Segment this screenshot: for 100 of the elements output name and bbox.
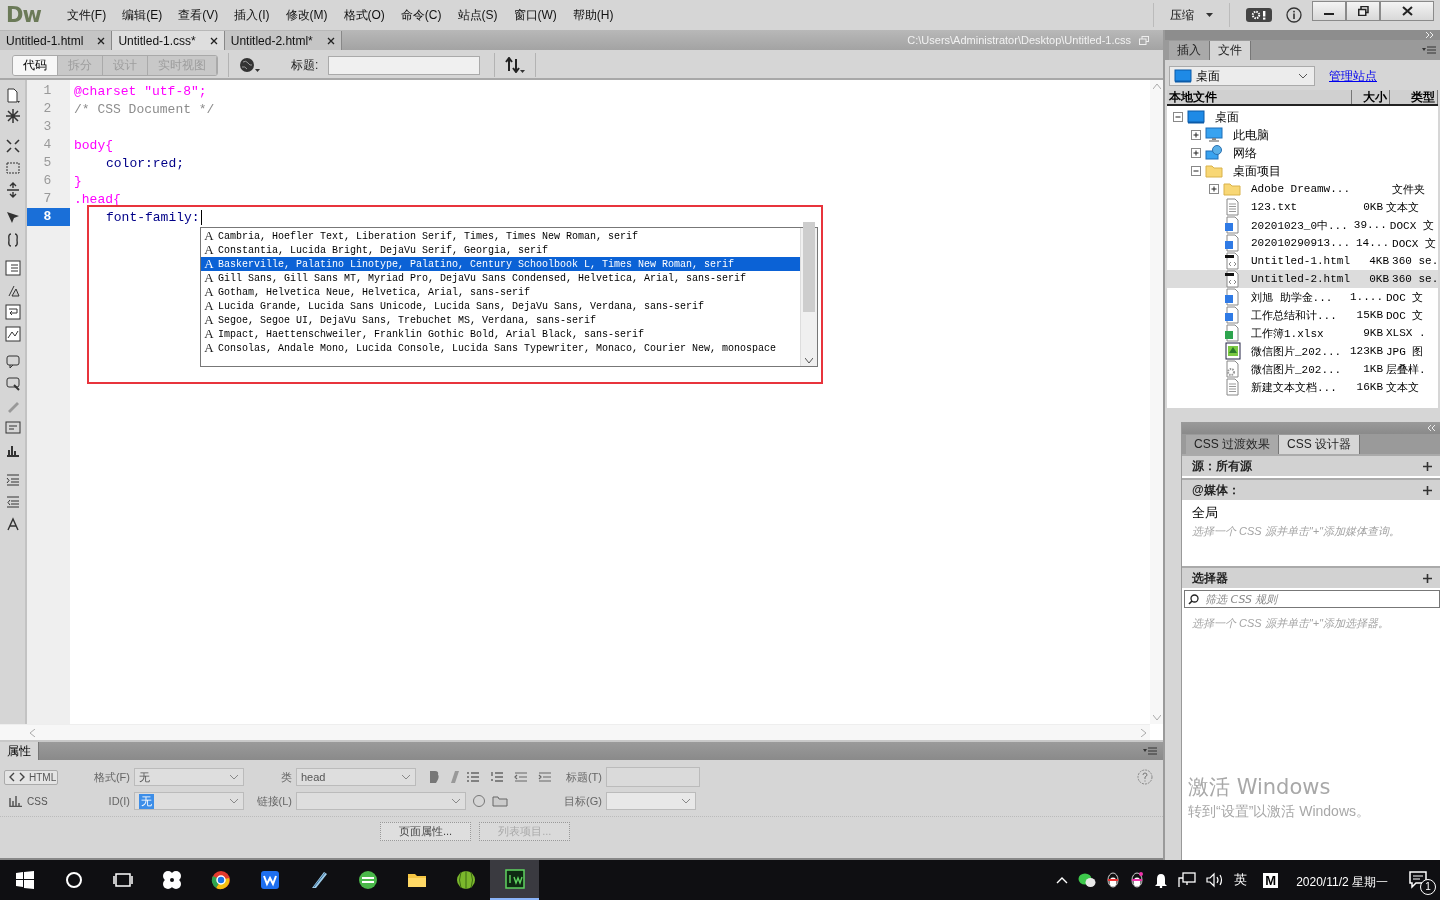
penguin-icon[interactable]: [1130, 872, 1145, 888]
code-hint-row[interactable]: A Constantia, Lucida Bright, DejaVu Serif, Georgia, serif: [201, 243, 800, 257]
comment-icon[interactable]: [4, 354, 21, 370]
dialog-button[interactable]: 页面属性...: [380, 822, 472, 841]
view-button[interactable]: 代码: [13, 55, 58, 75]
file-row[interactable]: 202010290913... 14... DOCX 文: [1167, 234, 1438, 252]
bold-icon[interactable]: [428, 770, 440, 784]
site-dropdown[interactable]: 桌面: [1169, 66, 1315, 86]
mode-button[interactable]: CSS: [4, 793, 58, 809]
browser-icon[interactable]: [210, 870, 231, 890]
dropdown[interactable]: head: [296, 768, 416, 786]
code-hint-row[interactable]: A Cambria, Hoefler Text, Liberation Serif, Times, Times New Roman, serif: [201, 229, 800, 243]
code-hint-row[interactable]: A Baskerville, Palatino Linotype, Palatino, Century Schoolbook L, Times New Roman, serif: [201, 257, 800, 271]
app-icon[interactable]: [504, 869, 525, 889]
panel-menu-icon[interactable]: [1143, 747, 1157, 755]
panel-tab[interactable]: CSS 过渡效果: [1186, 435, 1279, 454]
file-row[interactable]: 20201023_0中... 39... DOCX 文: [1167, 216, 1438, 234]
menu-item[interactable]: 编辑(E): [114, 6, 171, 24]
code-block-icon[interactable]: [4, 420, 21, 436]
chevron-up-icon[interactable]: [1056, 876, 1069, 884]
close-button[interactable]: [1380, 1, 1434, 21]
title-field[interactable]: [328, 55, 481, 75]
media-item[interactable]: 全局: [1182, 500, 1440, 522]
chat-icon[interactable]: [1078, 872, 1097, 888]
preview-icon[interactable]: [4, 326, 21, 342]
mode-button[interactable]: HTML: [4, 769, 58, 785]
file-row[interactable]: 此电脑: [1167, 126, 1438, 144]
column-header[interactable]: 本地文件: [1167, 90, 1352, 104]
expand-icon[interactable]: [1191, 148, 1201, 158]
close-icon[interactable]: [97, 36, 106, 45]
expand-icon[interactable]: [1191, 130, 1201, 140]
file-row[interactable]: 新建文本文档... 16KB 文本文: [1167, 378, 1438, 396]
outdent-icon[interactable]: [4, 494, 21, 510]
workspace-switcher[interactable]: 压缩: [1160, 6, 1223, 24]
panel-tab[interactable]: 属性: [0, 742, 39, 760]
file-row[interactable]: 123.txt 0KB 文本文: [1167, 198, 1438, 216]
add-icon[interactable]: [1423, 485, 1432, 495]
code-hint-item[interactable]: Segoe, Segoe UI, DejaVu Sans, Trebuchet MS, Verdana, sans-serif: [218, 314, 597, 326]
code-hint-item[interactable]: Baskerville, Palatino Linotype, Palatino, Century Schoolbook L, Times New Roman, serif: [218, 258, 735, 270]
file-row[interactable]: Adobe Dreamw... 文件夹: [1167, 180, 1438, 198]
bell-icon[interactable]: [1154, 872, 1169, 888]
document-tab[interactable]: Untitled-1.css*: [112, 31, 225, 50]
file-row[interactable]: Untitled-2.html 0KB 360 se.: [1167, 270, 1438, 288]
globe-icon[interactable]: [239, 57, 261, 73]
input-language[interactable]: 英: [1234, 871, 1248, 889]
format-icon[interactable]: [4, 516, 21, 532]
minimize-button[interactable]: [1312, 1, 1346, 21]
close-icon[interactable]: [326, 36, 335, 45]
info-icon[interactable]: [1286, 7, 1302, 23]
code-hint-item[interactable]: Consolas, Andale Mono, Lucida Console, Lucida Sans Typewriter, Monaco, Courier New, monospace: [218, 342, 777, 354]
column-header[interactable]: 类型: [1390, 90, 1438, 104]
close-icon[interactable]: [209, 36, 218, 45]
numbered-list-icon[interactable]: [4, 260, 21, 276]
file-row[interactable]: 刘旭 助学金... 1.... DOC 文: [1167, 288, 1438, 306]
wrap-icon[interactable]: [4, 304, 21, 320]
code-hint-item[interactable]: Impact, Haettenschweiler, Franklin Gothic Bold, Arial Black, sans-serif: [218, 328, 645, 340]
search-icon[interactable]: [63, 870, 84, 890]
panel-tab[interactable]: 插入: [1169, 41, 1210, 60]
penguin-icon[interactable]: [1106, 872, 1121, 888]
file-row[interactable]: Untitled-1.html 4KB 360 se.: [1167, 252, 1438, 270]
file-row[interactable]: 网络: [1167, 144, 1438, 162]
panel-tab[interactable]: 文件: [1210, 41, 1251, 60]
expand-icon[interactable]: [4, 182, 21, 198]
document-tab[interactable]: Untitled-1.html: [0, 31, 113, 50]
expand-panel-icon[interactable]: [1426, 32, 1434, 38]
document-tab[interactable]: Untitled-2.html*: [224, 31, 342, 50]
numbered-list-icon[interactable]: [490, 771, 504, 783]
file-row[interactable]: 桌面项目: [1167, 162, 1438, 180]
bullet-list-icon[interactable]: [466, 771, 480, 783]
column-header[interactable]: 大小: [1352, 90, 1390, 104]
expand-icon[interactable]: [1209, 184, 1219, 194]
file-row[interactable]: 工作总结和计... 15KB DOC 文: [1167, 306, 1438, 324]
gear-alert-icon[interactable]: [1246, 8, 1272, 22]
menu-item[interactable]: 帮助(H): [564, 6, 622, 24]
add-icon[interactable]: [1423, 461, 1432, 471]
sort-icon[interactable]: [505, 57, 526, 73]
task-view-icon[interactable]: [112, 870, 133, 890]
file-row[interactable]: 工作簿1.xlsx 9KB XLSX .: [1167, 324, 1438, 342]
file-row[interactable]: 微信图片_202... 1KB 层叠样.: [1167, 360, 1438, 378]
menu-item[interactable]: 命令(C): [392, 6, 450, 24]
add-icon[interactable]: [1423, 573, 1432, 583]
menu-item[interactable]: 查看(V): [170, 6, 227, 24]
code-hint-row[interactable]: A Gotham, Helvetica Neue, Helvetica, Arial, sans-serif: [201, 285, 800, 299]
code-hint-item[interactable]: Gotham, Helvetica Neue, Helvetica, Arial, sans-serif: [218, 286, 531, 298]
code-hint-row[interactable]: A Consolas, Andale Mono, Lucida Console, Lucida Sans Typewriter, Monaco, Courier New, monospace: [201, 341, 800, 355]
panel-menu-icon[interactable]: [1422, 46, 1436, 54]
code-hint-row[interactable]: A Impact, Haettenschweiler, Franklin Gothic Bold, Arial Black, sans-serif: [201, 327, 800, 341]
scrollbar-thumb[interactable]: [803, 222, 815, 312]
zigzag-app-icon[interactable]: [259, 870, 280, 890]
file-row[interactable]: 桌面: [1167, 108, 1438, 126]
title-field[interactable]: [606, 767, 700, 787]
collapse-panel-icon[interactable]: [1428, 425, 1436, 431]
code-hint-item[interactable]: Lucida Grande, Lucida Sans Unicode, Lucida Sans, DejaVu Sans, Verdana, sans-serif: [218, 300, 705, 312]
menu-item[interactable]: 格式(O): [335, 6, 393, 24]
striped-circle-icon[interactable]: [357, 870, 378, 890]
filter-field[interactable]: 筛选 CSS 规则: [1184, 590, 1440, 608]
dropdown[interactable]: 无: [134, 768, 244, 786]
code-hint-row[interactable]: A Segoe, Segoe UI, DejaVu Sans, Trebuchet MS, Verdana, sans-serif: [201, 313, 800, 327]
collapse-icon[interactable]: [4, 138, 21, 154]
menu-item[interactable]: 插入(I): [226, 6, 278, 24]
